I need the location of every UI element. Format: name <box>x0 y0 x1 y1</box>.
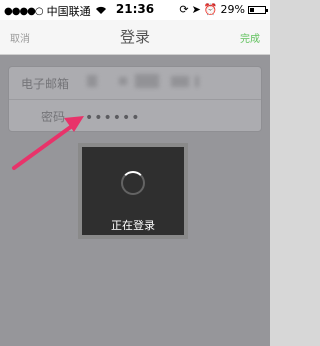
annotation-arrow <box>12 116 84 170</box>
